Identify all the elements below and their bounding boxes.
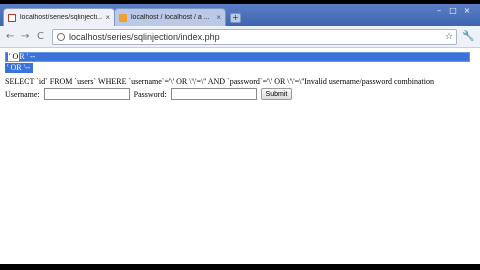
- selection-rest: R ' --: [19, 52, 36, 61]
- screen: localhost/series/sqlinjecti... × localho…: [0, 0, 480, 270]
- page-favicon-icon: [8, 13, 16, 22]
- tab-phpmyadmin[interactable]: localhost / localhost / a ... ×: [114, 8, 226, 26]
- maximize-button[interactable]: □: [446, 6, 460, 16]
- selection-start: ' O: [8, 52, 20, 61]
- page-info-icon: [57, 33, 65, 41]
- sql-query-output: SELECT `id` FROM `users` WHERE `username…: [5, 77, 434, 86]
- tab-title: localhost/series/sqlinjecti...: [20, 14, 103, 21]
- tab-title: localhost / localhost / a ...: [131, 14, 210, 21]
- new-tab-button[interactable]: +: [230, 13, 241, 23]
- bookmark-star-icon[interactable]: ☆: [442, 32, 456, 42]
- phpmyadmin-favicon-icon: [119, 13, 127, 22]
- selected-text-line-1: ' OR ' --: [5, 52, 470, 62]
- page-content: ' OR ' -- ' OR '-- SELECT `id` FROM `use…: [0, 49, 480, 264]
- url-text[interactable]: localhost/series/sqlinjection/index.php: [69, 32, 442, 42]
- submit-button[interactable]: Submit: [260, 88, 293, 100]
- username-label: Username:: [5, 89, 40, 99]
- password-label: Password:: [133, 89, 167, 99]
- wrench-menu-icon[interactable]: 🔧: [462, 31, 474, 42]
- selected-text-line-2: ' OR '--: [5, 63, 33, 73]
- close-tab-icon[interactable]: ×: [105, 13, 110, 22]
- minimize-button[interactable]: –: [432, 6, 446, 16]
- close-tab-icon[interactable]: ×: [216, 13, 221, 22]
- window-controls: – □ ×: [432, 6, 474, 16]
- address-bar[interactable]: localhost/series/sqlinjection/index.php …: [52, 29, 457, 45]
- username-input[interactable]: [43, 88, 130, 100]
- close-window-button[interactable]: ×: [460, 6, 474, 16]
- browser-toolbar: ← → C localhost/series/sqlinjection/inde…: [0, 26, 480, 48]
- browser-window: localhost/series/sqlinjecti... × localho…: [0, 4, 480, 264]
- reload-button[interactable]: C: [37, 31, 44, 43]
- tab-strip: localhost/series/sqlinjecti... × localho…: [0, 4, 480, 26]
- forward-button[interactable]: →: [21, 31, 29, 43]
- login-form: Username: Password: Submit: [5, 87, 293, 101]
- tab-sqlinjection[interactable]: localhost/series/sqlinjecti... ×: [3, 8, 115, 26]
- back-button[interactable]: ←: [6, 31, 14, 43]
- password-input[interactable]: [170, 88, 257, 100]
